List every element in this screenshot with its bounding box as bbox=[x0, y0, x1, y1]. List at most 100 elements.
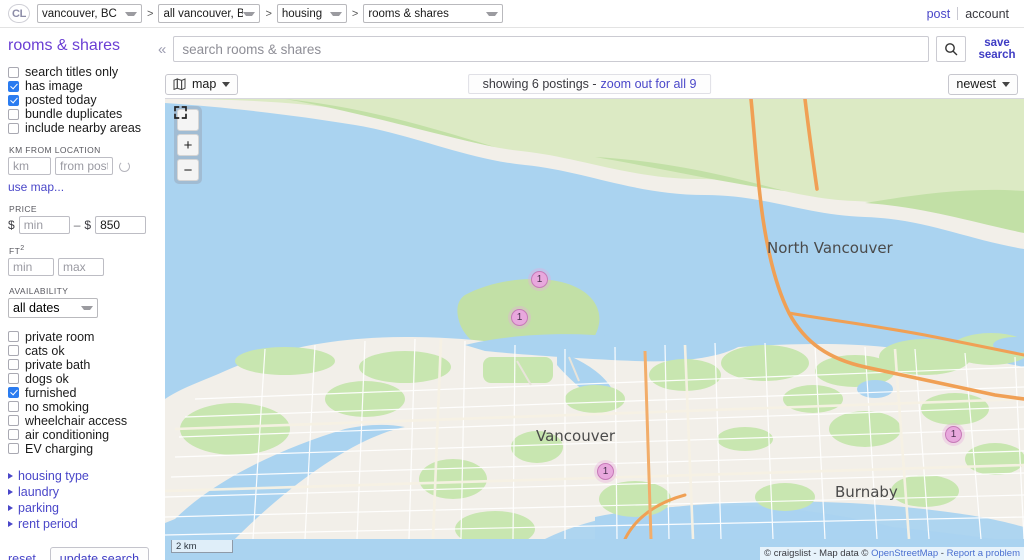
checkbox-include-nearby-areas[interactable]: include nearby areas bbox=[8, 121, 155, 135]
checkbox-box[interactable] bbox=[8, 94, 19, 106]
update-search-button[interactable]: update search bbox=[49, 546, 150, 560]
checkbox-furnished[interactable]: furnished bbox=[8, 386, 155, 400]
expand-rent-period[interactable]: rent period bbox=[8, 517, 155, 531]
checkbox-label: bundle duplicates bbox=[25, 107, 123, 121]
checkbox-box[interactable] bbox=[8, 387, 19, 399]
chevron-right-icon bbox=[8, 520, 13, 527]
chevron-right-icon bbox=[8, 488, 13, 495]
expand-laundry[interactable]: laundry bbox=[8, 485, 155, 499]
checkbox-search-titles-only[interactable]: search titles only bbox=[8, 65, 155, 79]
search-icon bbox=[945, 43, 958, 56]
checkbox-box[interactable] bbox=[8, 359, 19, 371]
openstreetmap-link[interactable]: OpenStreetMap bbox=[871, 548, 938, 559]
breadcrumb-separator-1: > bbox=[147, 7, 154, 20]
price-max-currency: $ bbox=[84, 218, 92, 232]
checkbox-label: furnished bbox=[25, 385, 77, 400]
checkbox-box[interactable] bbox=[8, 122, 19, 134]
expand-parking[interactable]: parking bbox=[8, 501, 155, 515]
checkbox-box[interactable] bbox=[8, 80, 19, 92]
checkbox-box[interactable] bbox=[8, 66, 19, 78]
post-link[interactable]: post bbox=[920, 7, 958, 21]
sort-button[interactable]: newest bbox=[948, 73, 1018, 95]
checkbox-label: no smoking bbox=[25, 399, 89, 414]
checkbox-has-image[interactable]: has image bbox=[8, 79, 155, 93]
save-search-link[interactable]: save search bbox=[976, 37, 1018, 61]
craigslist-logo[interactable]: CL bbox=[8, 4, 30, 23]
postal-input[interactable] bbox=[55, 157, 113, 175]
subarea-select[interactable]: all vancouver, BC bbox=[158, 4, 261, 23]
availability-section-label: AVAILABILITY bbox=[9, 285, 69, 296]
radius-input[interactable] bbox=[8, 157, 51, 175]
search-input[interactable] bbox=[173, 36, 929, 62]
report-problem-link[interactable]: Report a problem bbox=[947, 548, 1020, 559]
availability-select-wrapper[interactable]: all dates bbox=[8, 297, 98, 318]
price-range-separator: – bbox=[73, 218, 81, 232]
checkbox-label: has image bbox=[25, 79, 83, 93]
chevron-down-icon bbox=[1002, 81, 1010, 87]
price-min-input[interactable] bbox=[18, 216, 70, 234]
checkbox-private-room[interactable]: private room bbox=[8, 330, 155, 344]
map-pin-posting[interactable]: 1 bbox=[511, 309, 528, 326]
map-pin-posting[interactable]: 1 bbox=[597, 463, 614, 480]
price-max-input[interactable] bbox=[95, 216, 147, 234]
category-group-select[interactable]: housing bbox=[276, 4, 347, 23]
region-select-wrapper[interactable]: vancouver, BC bbox=[37, 4, 142, 23]
checkbox-box[interactable] bbox=[8, 415, 19, 427]
checkbox-box[interactable] bbox=[8, 401, 19, 413]
map-controls: + − bbox=[174, 106, 202, 184]
main-content: « save search map bbox=[155, 28, 1024, 560]
area-max-input[interactable] bbox=[58, 257, 104, 276]
map-fullscreen-button[interactable] bbox=[174, 106, 199, 131]
map-canvas[interactable]: North Vancouver Vancouver Burnaby New We… bbox=[165, 98, 1024, 560]
checkbox-box[interactable] bbox=[8, 108, 19, 120]
map-pin-posting[interactable]: 1 bbox=[945, 426, 962, 443]
top-header: CL vancouver, BC > all vancouver, BC > h… bbox=[0, 0, 1024, 28]
category-select-wrapper[interactable]: rooms & shares bbox=[363, 4, 504, 23]
checkbox-ev-charging[interactable]: EV charging bbox=[8, 442, 155, 456]
map-zoom-in-button[interactable]: + bbox=[177, 134, 199, 156]
price-inputs: $ – $ bbox=[8, 216, 155, 234]
region-select[interactable]: vancouver, BC bbox=[37, 4, 142, 23]
checkbox-label: air conditioning bbox=[25, 427, 110, 442]
checkbox-dogs-ok[interactable]: dogs ok bbox=[8, 372, 155, 386]
checkbox-cats-ok[interactable]: cats ok bbox=[8, 344, 155, 358]
results-toolbar: map showing 6 postings - zoom out for al… bbox=[155, 70, 1024, 98]
checkbox-no-smoking[interactable]: no smoking bbox=[8, 400, 155, 414]
expand-housing-type[interactable]: housing type bbox=[8, 469, 155, 483]
category-group-select-wrapper[interactable]: housing bbox=[276, 4, 347, 23]
availability-select[interactable]: all dates bbox=[8, 297, 98, 318]
attribution-prefix: © craigslist - Map data © bbox=[764, 548, 869, 559]
checkbox-box[interactable] bbox=[8, 429, 19, 441]
collapse-sidebar-icon[interactable]: « bbox=[155, 41, 173, 58]
save-search-line2: search bbox=[978, 49, 1016, 61]
checkbox-bundle-duplicates[interactable]: bundle duplicates bbox=[8, 107, 155, 121]
area-min-input[interactable] bbox=[8, 257, 54, 276]
checkbox-label: private room bbox=[25, 329, 95, 344]
header-links: post account bbox=[920, 7, 1016, 21]
checkbox-box[interactable] bbox=[8, 373, 19, 385]
price-min-currency: $ bbox=[8, 218, 15, 232]
checkbox-posted-today[interactable]: posted today bbox=[8, 93, 155, 107]
save-search-line1: save bbox=[984, 37, 1010, 49]
checkbox-label: cats ok bbox=[25, 343, 65, 358]
checkbox-box[interactable] bbox=[8, 443, 19, 455]
checkbox-wheelchair-access[interactable]: wheelchair access bbox=[8, 414, 155, 428]
checkbox-air-conditioning[interactable]: air conditioning bbox=[8, 428, 155, 442]
checkbox-box[interactable] bbox=[8, 345, 19, 357]
checkbox-box[interactable] bbox=[8, 331, 19, 343]
category-select[interactable]: rooms & shares bbox=[363, 4, 504, 23]
search-button[interactable] bbox=[936, 36, 966, 62]
area-label-sup: 2 bbox=[20, 244, 25, 252]
filters-sidebar: rooms & shares search titles only has im… bbox=[0, 28, 155, 560]
map-pin-posting[interactable]: 1 bbox=[531, 271, 548, 288]
map-zoom-out-button[interactable]: − bbox=[177, 159, 199, 181]
use-map-link[interactable]: use map... bbox=[8, 180, 64, 194]
subarea-select-wrapper[interactable]: all vancouver, BC bbox=[158, 4, 261, 23]
zoom-out-all-link[interactable]: zoom out for all 9 bbox=[601, 77, 697, 91]
view-mode-button[interactable]: map bbox=[165, 73, 239, 95]
checkbox-private-bath[interactable]: private bath bbox=[8, 358, 155, 372]
map-scale-bar: 2 km bbox=[171, 540, 233, 553]
account-link[interactable]: account bbox=[958, 7, 1016, 21]
expand-label: parking bbox=[18, 500, 59, 515]
reset-link[interactable]: reset bbox=[8, 552, 36, 560]
